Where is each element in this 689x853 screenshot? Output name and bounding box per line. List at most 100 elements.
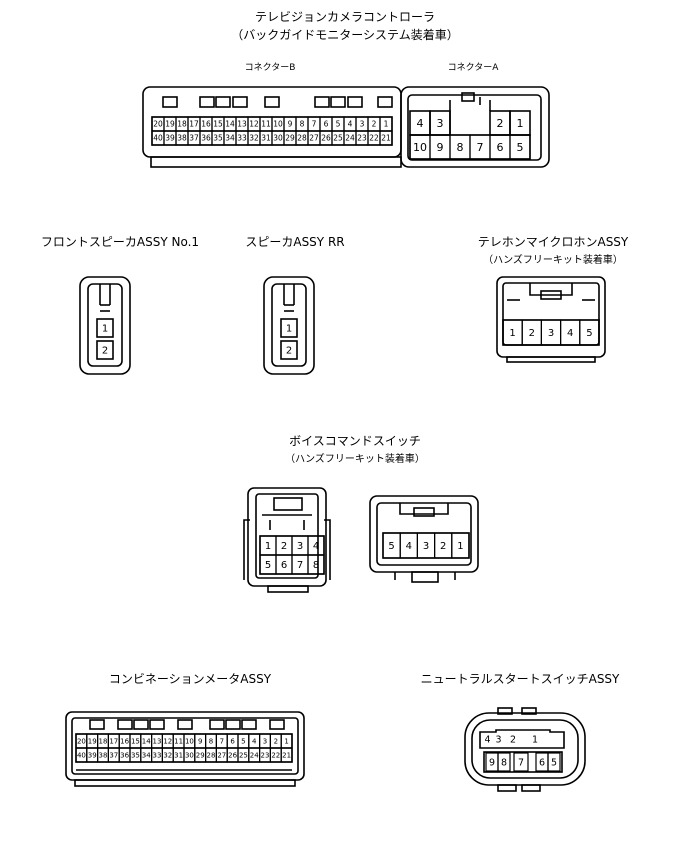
voice-command-left-pin-2: 2 [281,541,287,552]
telephone-mic-pin-2: 2 [529,328,535,339]
connector-a-pin-8: 8 [457,141,464,154]
connector-b-pin-4: 4 [348,120,353,129]
combination-meter-pin-21: 21 [282,752,291,760]
combination-meter-pin-17: 17 [109,738,118,746]
voice-command-left-pin-8: 8 [313,560,319,571]
combination-meter-pin-38: 38 [99,752,108,760]
combination-meter-pin-23: 23 [261,752,270,760]
connector-b-pin-37: 37 [189,134,199,143]
speaker-rr-pin-2: 2 [286,346,292,357]
neutral-start-pin-1: 1 [532,734,538,745]
connector-b-pin-9: 9 [288,120,293,129]
neutral-start-pin-8: 8 [501,757,507,768]
connector-b-pin-6: 6 [324,120,329,129]
connector-b-pin-16: 16 [201,120,211,129]
combination-meter-pin-37: 37 [109,752,118,760]
connector-b-pin-18: 18 [177,120,187,129]
connector-b-pin-17: 17 [189,120,199,129]
connector-b-pin-14: 14 [225,120,235,129]
telephone-mic-pin-1: 1 [509,328,515,339]
combination-meter-pin-36: 36 [120,752,129,760]
voice-command-right-pin-5: 5 [388,541,394,552]
voice-command-left-pin-3: 3 [297,541,303,552]
connector-b-pin-28: 28 [297,134,307,143]
neutral-start-pin-9: 9 [489,757,495,768]
combination-meter-pin-8: 8 [209,738,213,746]
connector-b-pin-23: 23 [357,134,367,143]
telephone-mic-pin-3: 3 [548,328,554,339]
combination-meter-pin-29: 29 [196,752,205,760]
connector-b-pin-22: 22 [369,134,379,143]
connector-b-pin-40: 40 [153,134,163,143]
connector-b-pin-31: 31 [261,134,271,143]
telephone-mic-pin-5: 5 [586,328,592,339]
combination-meter-pin-13: 13 [153,738,162,746]
connector-b-pin-15: 15 [213,120,223,129]
connector-b-pin-27: 27 [309,134,319,143]
combination-meter-pin-19: 19 [88,738,97,746]
connector-diagram: 20 19 18 17 16 15 14 13 12 11 10 9 8 7 6 5 4 3 2 140 39 38 37 3… [65,86,606,792]
combination-meter-pin-30: 30 [185,752,194,760]
combination-meter-pin-14: 14 [142,738,151,746]
voice-command-right-pin-1: 1 [457,541,463,552]
connector-b-pin-30: 30 [273,134,283,143]
combination-meter-pin-2: 2 [274,738,278,746]
connector-b-pin-21: 21 [381,134,391,143]
combination-meter-pin-4: 4 [252,738,257,746]
voice-command-left-pin-7: 7 [297,560,303,571]
combination-meter-pin-5: 5 [241,738,245,746]
combination-meter-pin-22: 22 [271,752,280,760]
connector-a-pin-3: 3 [437,117,444,130]
voice-command-left-pin-5: 5 [265,560,271,571]
combination-meter-pin-26: 26 [228,752,237,760]
voice-command-left-pin-1: 1 [265,541,271,552]
combination-meter-pin-7: 7 [220,738,224,746]
voice-command-right-housing [369,495,479,583]
voice-command-left-pin-6: 6 [281,560,287,571]
connector-b-pin-3: 3 [360,120,365,129]
connector-a-pin-9: 9 [437,141,444,154]
combination-meter-pin-31: 31 [174,752,183,760]
combination-meter-pin-32: 32 [163,752,172,760]
connector-b-pin-29: 29 [285,134,295,143]
neutral-start-pin-2: 2 [510,734,516,745]
neutral-start-pin-3: 3 [495,734,501,745]
neutral-start-pin-4: 4 [484,734,490,745]
neutral-start-pin-5: 5 [551,757,557,768]
combination-meter-pin-34: 34 [142,752,151,760]
combination-meter-pin-33: 33 [153,752,162,760]
combination-meter-pin-9: 9 [198,738,202,746]
connector-b-pin-12: 12 [249,120,259,129]
connector-a-pin-2: 2 [497,117,504,130]
combination-meter-pin-15: 15 [131,738,140,746]
front-speaker-pin-2: 2 [102,346,108,357]
combination-meter-pin-16: 16 [120,738,129,746]
connector-b-pin-7: 7 [312,120,317,129]
front-speaker-pin-1: 1 [102,324,108,335]
connector-b-pin-38: 38 [177,134,187,143]
combination-meter-pin-6: 6 [230,738,235,746]
combination-meter-pin-10: 10 [185,738,194,746]
connector-b-pin-8: 8 [300,120,305,129]
combination-meter-pin-18: 18 [99,738,108,746]
combination-meter-pin-27: 27 [217,752,226,760]
connector-b-pin-24: 24 [345,134,355,143]
connector-a-pin-7: 7 [477,141,484,154]
connector-b-pin-20: 20 [153,120,163,129]
connector-b-pin-1: 1 [384,120,389,129]
connector-b-pin-32: 32 [249,134,259,143]
voice-command-left-housing [243,487,331,593]
voice-command-right-pin-4: 4 [406,541,412,552]
connector-a-pin-6: 6 [497,141,504,154]
speaker-rr-pin-1: 1 [286,324,292,335]
connector-a-pin-1: 1 [517,117,524,130]
combination-meter-pin-3: 3 [263,738,267,746]
combination-meter-pin-24: 24 [250,752,259,760]
connector-b-pin-10: 10 [273,120,283,129]
connector-b-pin-39: 39 [165,134,175,143]
combination-meter-pin-20: 20 [77,738,86,746]
connector-b-pin-13: 13 [237,120,247,129]
connector-b-pin-33: 33 [237,134,247,143]
voice-command-right-pin-3: 3 [423,541,429,552]
combination-meter-pin-25: 25 [239,752,248,760]
